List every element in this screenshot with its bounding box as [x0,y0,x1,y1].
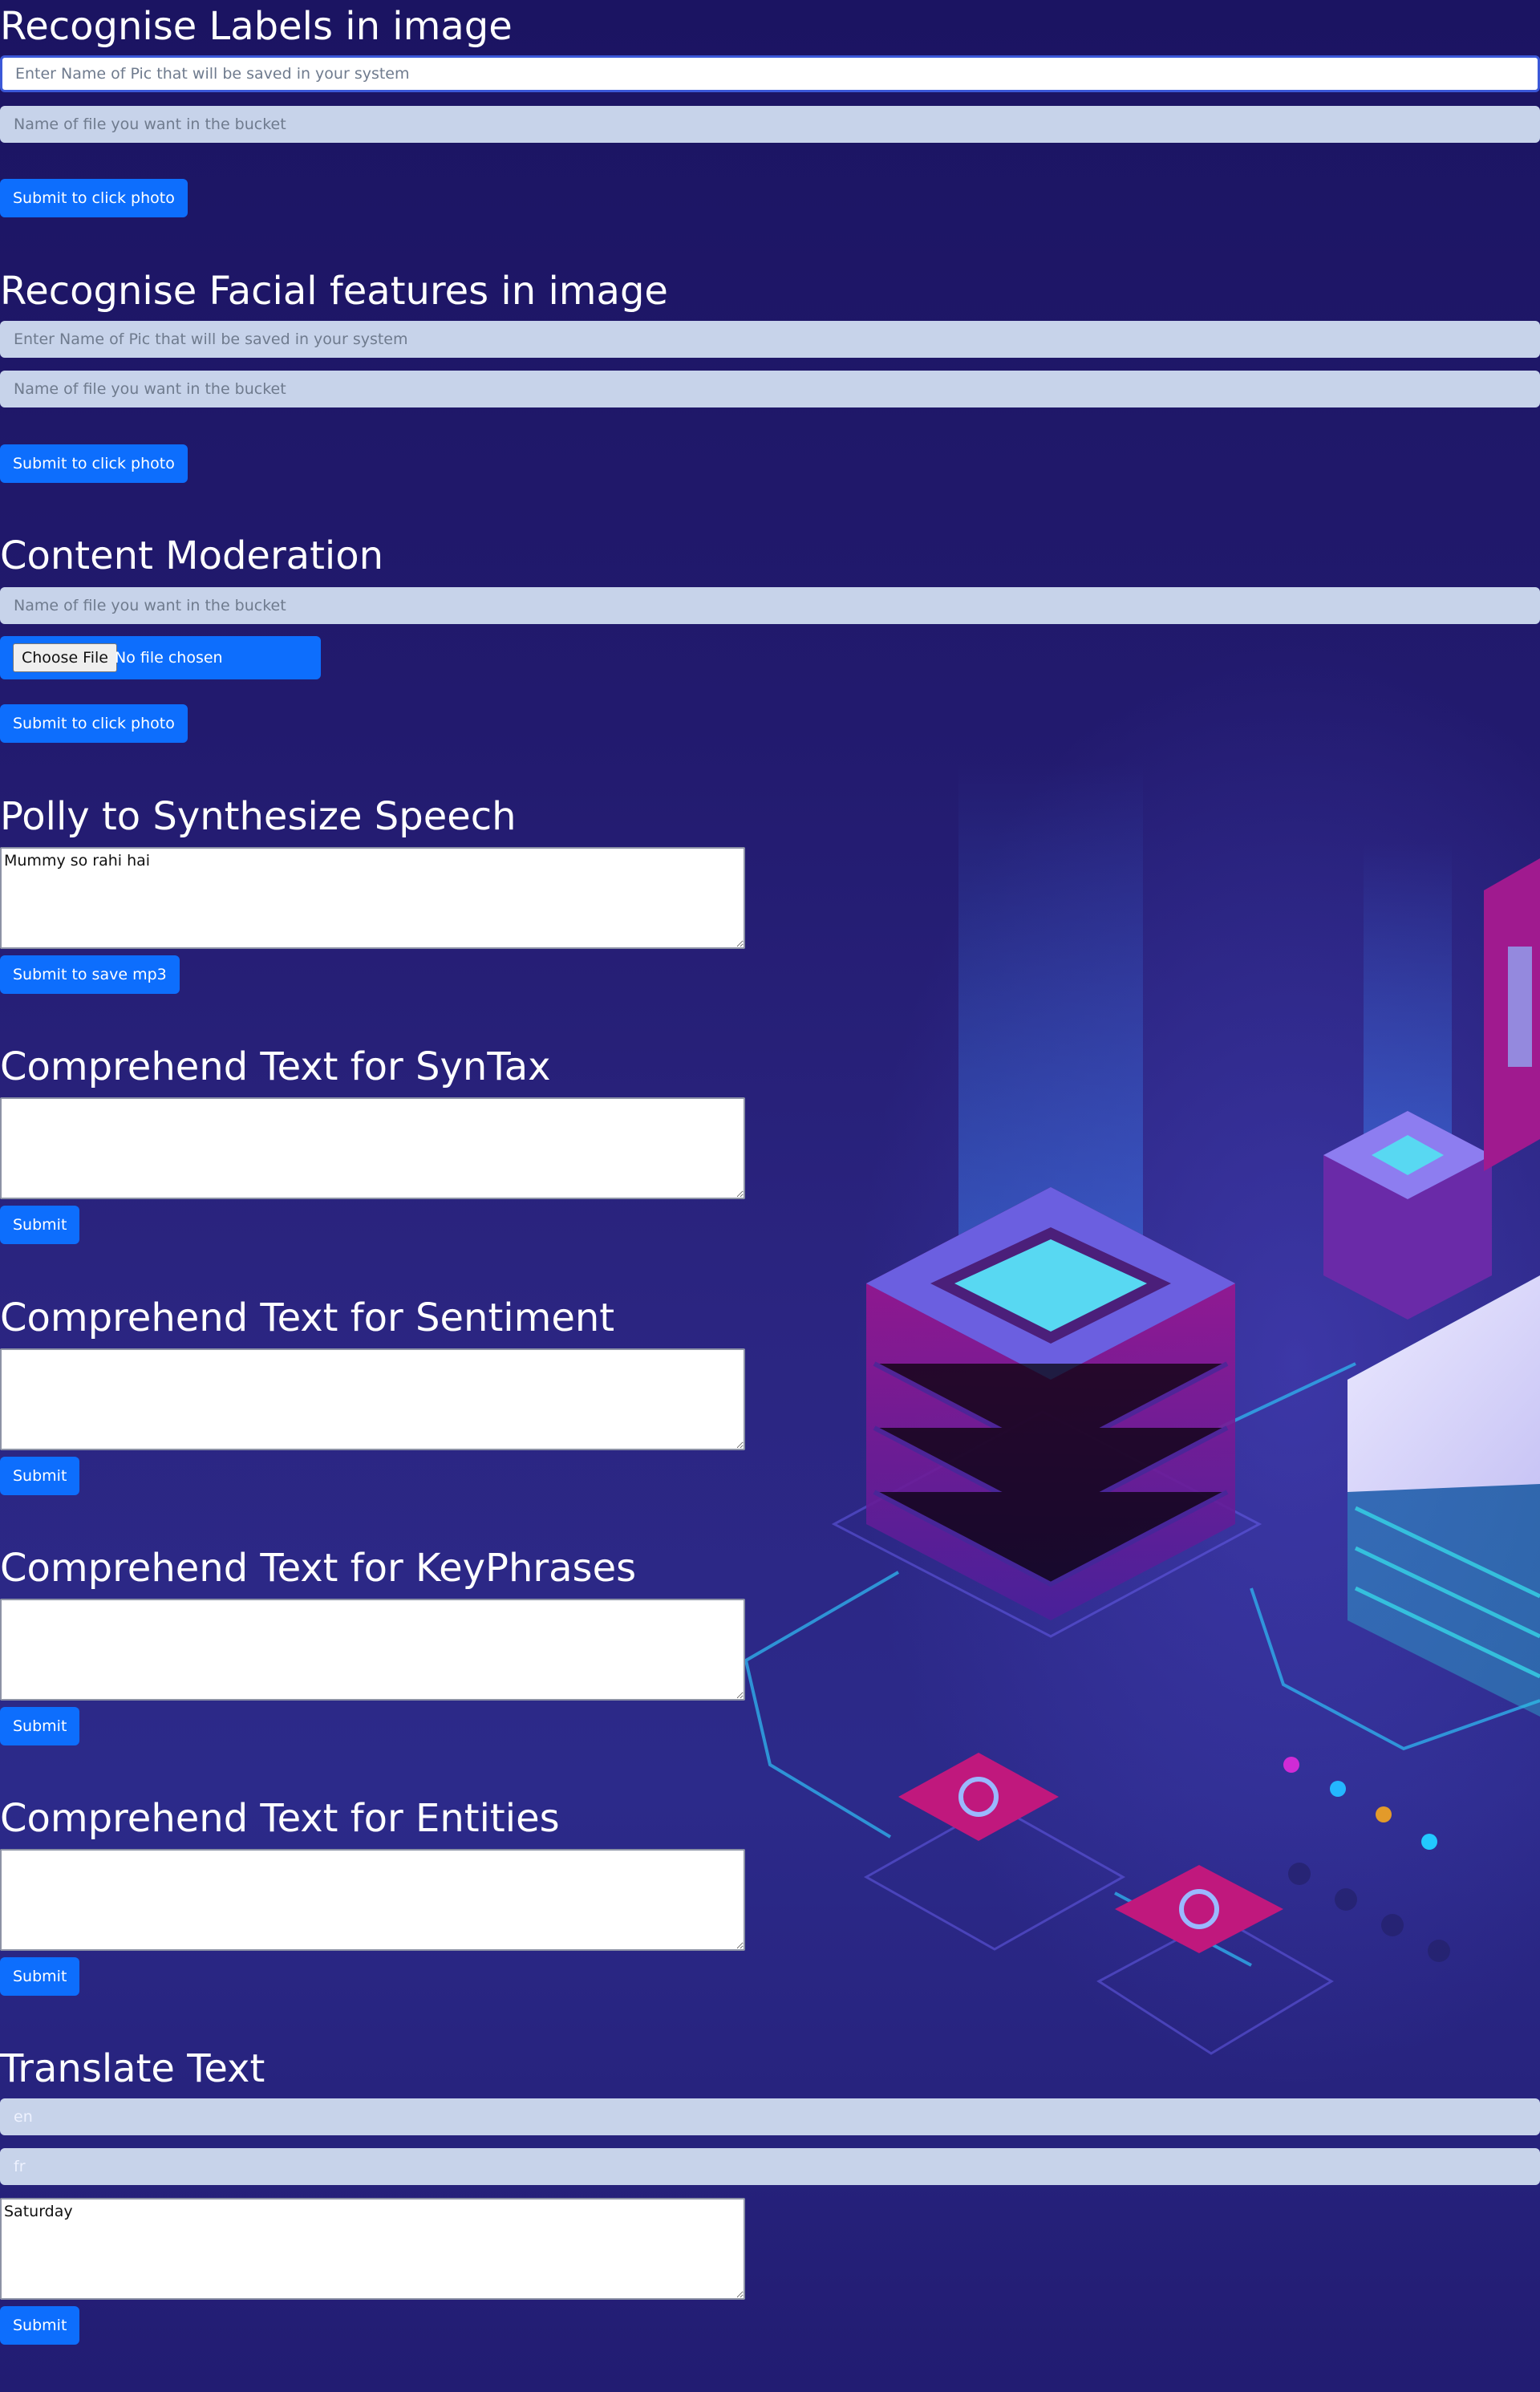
labels-section-title: Recognise Labels in image [0,4,513,49]
sentiment-submit-button[interactable]: Submit [0,1457,80,1495]
keyphrases-submit-button[interactable]: Submit [0,1707,80,1745]
facial-section-title: Recognise Facial features in image [0,269,668,314]
moderation-bucket-file-input[interactable] [0,587,1540,624]
choose-file-button[interactable]: Choose File [13,643,117,672]
syntax-text-area[interactable] [0,1097,745,1199]
sentiment-text-area[interactable] [0,1348,745,1450]
polly-section-title: Polly to Synthesize Speech [0,794,517,839]
entities-text-area[interactable] [0,1849,745,1951]
source-language-input[interactable] [0,2098,1540,2135]
polly-submit-button[interactable]: Submit to save mp3 [0,955,180,994]
translate-section-title: Translate Text [0,2046,265,2091]
facial-submit-button[interactable]: Submit to click photo [0,444,188,483]
syntax-section-title: Comprehend Text for SynTax [0,1044,551,1089]
labels-submit-button[interactable]: Submit to click photo [0,179,188,217]
syntax-submit-button[interactable]: Submit [0,1206,80,1244]
facial-pic-name-input[interactable] [0,321,1540,358]
translate-submit-button[interactable]: Submit [0,2306,80,2345]
entities-submit-button[interactable]: Submit [0,1957,80,1996]
labels-pic-name-input[interactable] [0,55,1540,92]
moderation-submit-button[interactable]: Submit to click photo [0,704,188,743]
moderation-section-title: Content Moderation [0,533,384,578]
facial-bucket-file-input[interactable] [0,371,1540,407]
moderation-file-picker[interactable]: Choose File No file chosen [0,636,321,679]
file-status-text: No file chosen [115,649,223,667]
polly-text-area[interactable]: Mummy so rahi hai [0,847,745,949]
target-language-input[interactable] [0,2148,1540,2185]
entities-section-title: Comprehend Text for Entities [0,1796,560,1841]
translate-text-area[interactable]: Saturday [0,2198,745,2300]
keyphrases-section-title: Comprehend Text for KeyPhrases [0,1546,637,1591]
labels-bucket-file-input[interactable] [0,106,1540,143]
sentiment-section-title: Comprehend Text for Sentiment [0,1295,615,1340]
keyphrases-text-area[interactable] [0,1599,745,1701]
